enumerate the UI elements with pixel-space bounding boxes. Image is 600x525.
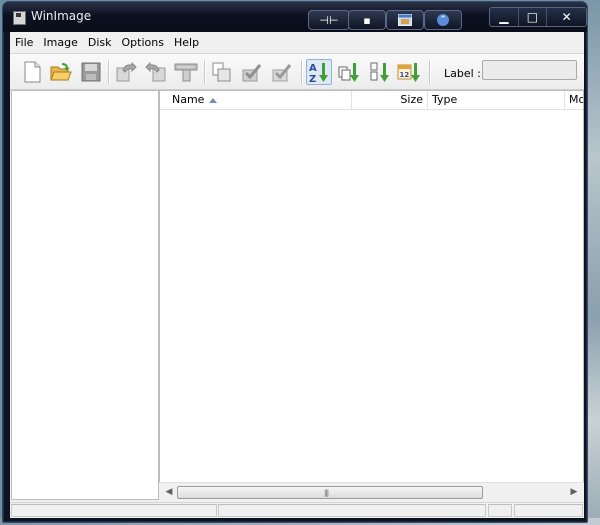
- sort-by-name-button[interactable]: A Z: [306, 59, 332, 85]
- grip-icon: |||: [324, 489, 329, 497]
- column-header-size[interactable]: Size: [352, 91, 428, 109]
- rollup-button[interactable]: ⌃: [424, 10, 462, 30]
- open-folder-icon: [50, 63, 72, 81]
- menu-disk[interactable]: Disk: [84, 36, 116, 49]
- label-caption: Label :: [444, 67, 481, 80]
- sort-by-type-button[interactable]: [366, 59, 392, 85]
- check-disk-button[interactable]: [269, 59, 295, 85]
- extract-icon: [116, 62, 137, 82]
- title-bar[interactable]: WinImage ⊣⊢ ▪ ⌃ ▁ □ ✕: [3, 2, 587, 32]
- inject-button[interactable]: [143, 59, 169, 85]
- rollup-icon: ⌃: [437, 14, 449, 26]
- app-icon[interactable]: [13, 11, 26, 25]
- delete-button[interactable]: [209, 59, 235, 85]
- column-header-modified[interactable]: Mo: [565, 91, 584, 109]
- minimize-icon: ▁: [499, 10, 509, 24]
- status-cell-4: [514, 504, 583, 517]
- sort-size-icon: [338, 63, 359, 82]
- check-disk-icon: [272, 64, 292, 82]
- menu-bar: File Image Disk Options Help: [10, 32, 584, 52]
- horizontal-scrollbar[interactable]: ◀ ||| ▶: [159, 482, 584, 501]
- column-header-type[interactable]: Type: [428, 91, 565, 109]
- menu-file[interactable]: File: [11, 36, 37, 49]
- inject-icon: [145, 62, 166, 82]
- column-size-label: Size: [400, 93, 423, 106]
- file-list-pane[interactable]: Name Size Type Mo: [159, 90, 584, 500]
- pin-button[interactable]: ⊣⊢: [308, 10, 350, 30]
- new-icon: [24, 61, 41, 83]
- svg-text:12: 12: [400, 71, 410, 79]
- maximize-button[interactable]: □: [519, 8, 548, 26]
- pin-icon: ⊣⊢: [319, 13, 339, 27]
- format-icon: [174, 63, 198, 82]
- column-name-label: Name: [172, 93, 205, 106]
- sort-ascending-icon: [209, 98, 217, 103]
- status-bar: [10, 502, 584, 518]
- client-area: File Image Disk Options Help A Z 12 Labe…: [10, 32, 584, 518]
- sort-type-icon: [370, 62, 389, 82]
- menu-image[interactable]: Image: [39, 36, 81, 49]
- check-icon: [242, 64, 262, 82]
- save-icon: [81, 62, 101, 82]
- maximize-icon: □: [526, 10, 539, 24]
- toolbar-separator: [108, 60, 110, 84]
- scroll-right-button[interactable]: ▶: [567, 485, 581, 499]
- scroll-left-button[interactable]: ◀: [162, 485, 176, 499]
- app-window: WinImage ⊣⊢ ▪ ⌃ ▁ □ ✕ File Image Disk Op…: [2, 1, 588, 523]
- toolbar-separator: [301, 60, 303, 84]
- status-cell-3: [488, 504, 512, 517]
- caption-buttons: ▁ □ ✕: [489, 7, 587, 27]
- format-button[interactable]: [173, 59, 199, 85]
- minimize-button[interactable]: ▁: [490, 8, 519, 26]
- folder-tree-pane[interactable]: [11, 90, 159, 500]
- menu-help[interactable]: Help: [170, 36, 203, 49]
- window-title: WinImage: [31, 9, 92, 23]
- toolbar-separator: [429, 60, 431, 84]
- column-modified-label: Mo: [569, 93, 584, 106]
- open-button[interactable]: [48, 59, 74, 85]
- svg-text:A: A: [309, 63, 317, 74]
- status-cell-1: [11, 504, 217, 517]
- close-button[interactable]: ✕: [547, 8, 586, 26]
- delete-file-icon: [212, 62, 231, 82]
- toolbar-separator: [204, 60, 206, 84]
- window-icon: [398, 14, 412, 26]
- save-button[interactable]: [78, 59, 104, 85]
- toolbar: A Z 12 Label:: [10, 53, 584, 90]
- close-icon: ✕: [561, 10, 572, 24]
- sort-by-size-button[interactable]: [336, 59, 362, 85]
- window-mode-button[interactable]: [386, 10, 424, 30]
- svg-text:Z: Z: [309, 74, 316, 83]
- sort-date-icon: 12: [397, 63, 420, 82]
- new-button[interactable]: [19, 59, 45, 85]
- status-cell-2: [218, 504, 486, 517]
- column-type-label: Type: [432, 93, 458, 106]
- column-header-name[interactable]: Name: [160, 91, 352, 109]
- sort-name-icon: A Z: [309, 63, 328, 83]
- list-header: Name Size Type Mo: [160, 91, 584, 110]
- extract-button[interactable]: [113, 59, 139, 85]
- volume-label-field[interactable]: [482, 60, 577, 80]
- check-button[interactable]: [239, 59, 265, 85]
- minimize-to-tray-button[interactable]: ▪: [348, 10, 386, 30]
- tray-icon: ▪: [363, 13, 371, 27]
- scrollbar-thumb[interactable]: |||: [177, 486, 483, 499]
- sort-by-date-button[interactable]: 12: [396, 59, 422, 85]
- menu-options[interactable]: Options: [118, 36, 168, 49]
